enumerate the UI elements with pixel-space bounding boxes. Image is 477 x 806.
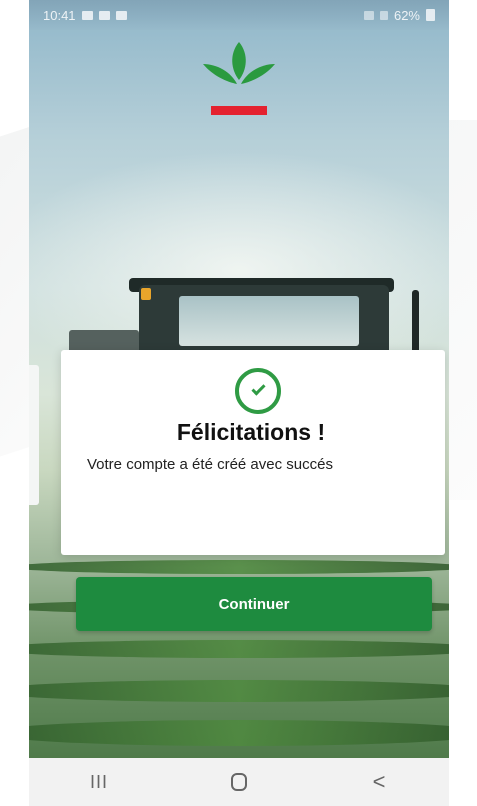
crop-row <box>29 640 449 658</box>
logo-bar <box>211 106 267 115</box>
status-bar: 10:41 62% <box>29 0 449 30</box>
check-circle-icon <box>235 368 281 414</box>
app-notification-icon <box>115 10 127 20</box>
navigation-bar: III < <box>29 758 449 806</box>
page: 10:41 62% Félicitations ! Votre compte a… <box>0 0 477 806</box>
tractor-window <box>179 296 359 346</box>
side-panel <box>29 365 39 505</box>
tractor-light <box>141 288 151 300</box>
success-dialog: Félicitations ! Votre compte a été créé … <box>61 350 445 555</box>
logo-leaf-center <box>232 42 246 80</box>
logo-leaf-right <box>241 64 275 84</box>
dialog-message: Votre compte a été créé avec succés <box>87 456 333 473</box>
home-button[interactable] <box>209 762 269 802</box>
crop-row <box>29 680 449 702</box>
recents-button[interactable]: III <box>69 762 129 802</box>
message-notification-icon <box>98 10 110 20</box>
gallery-notification-icon <box>81 10 93 20</box>
crop-row <box>29 560 449 574</box>
status-time: 10:41 <box>43 7 76 23</box>
brand-logo <box>203 42 275 115</box>
dialog-title: Félicitations ! <box>176 419 326 445</box>
battery-level: 62% <box>393 7 420 23</box>
crop-row <box>29 720 449 746</box>
wifi-icon <box>363 10 374 20</box>
home-icon <box>231 773 247 791</box>
battery-icon <box>426 9 435 21</box>
continue-button[interactable]: Continuer <box>76 577 432 631</box>
recents-icon: III <box>89 771 108 792</box>
signal-icon <box>379 10 388 20</box>
phone-screen: 10:41 62% Félicitations ! Votre compte a… <box>29 0 449 806</box>
back-icon: < <box>372 769 386 794</box>
logo-leaf-left <box>203 64 237 84</box>
back-button[interactable]: < <box>349 762 409 802</box>
